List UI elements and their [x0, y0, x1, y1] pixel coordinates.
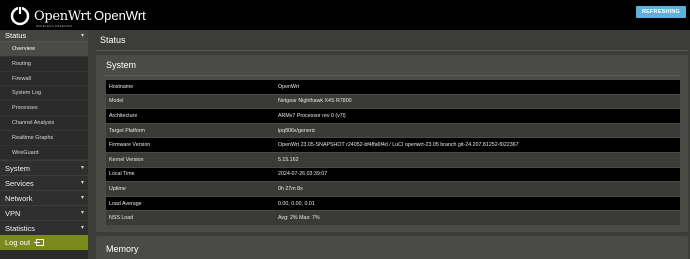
system-panel-title: System	[106, 60, 137, 70]
sidebar-item-routing[interactable]: Routing	[0, 57, 88, 72]
row-value: 0.00, 0.00, 0.01	[278, 200, 315, 207]
table-row: Firmware Version OpenWrt 23.05-SNAPSHOT …	[106, 138, 680, 153]
sidebar: Status ▾ Overview Routing Firewall Syste…	[0, 30, 88, 259]
sidebar-item-processes[interactable]: Processes	[0, 101, 88, 116]
logout-icon	[34, 239, 45, 247]
table-row: Kernel Version 5.15.162	[106, 152, 680, 168]
logo-subtitle: WIRELESS FREEDOM	[36, 24, 73, 28]
sidebar-item-wireguard[interactable]: WireGuard	[0, 146, 88, 161]
chevron-down-icon: ▾	[80, 225, 84, 232]
sidebar-group-label: Services	[5, 179, 34, 189]
sidebar-group-label: Status	[5, 31, 27, 40]
divider	[96, 50, 688, 51]
row-key: Kernel Version	[109, 156, 144, 163]
row-value: OpenWrt	[278, 83, 300, 90]
row-key: Firmware Version	[109, 142, 151, 149]
chevron-down-icon: ▾	[80, 180, 84, 187]
sidebar-group-label: VPN	[5, 209, 21, 219]
system-panel: System Hostname OpenWrt Model Netgear Ni…	[96, 55, 688, 232]
sidebar-group-vpn[interactable]: VPN ▾	[0, 205, 88, 221]
system-info-table: Hostname OpenWrt Model Netgear Nighthawk…	[106, 80, 680, 226]
row-value: 2024-07-26 03:39:07	[278, 171, 328, 178]
sidebar-group-status[interactable]: Status ▾	[0, 30, 88, 42]
sidebar-item-realtime-graphs[interactable]: Realtime Graphs	[0, 131, 88, 146]
top-header: OpenWrt WIRELESS FREEDOM OpenWrt REFRESH…	[0, 0, 690, 30]
row-value: OpenWrt 23.05-SNAPSHOT r24052-bf4ffa6f4d…	[278, 142, 519, 149]
chevron-down-icon: ▾	[80, 210, 84, 217]
sidebar-item-overview[interactable]: Overview	[0, 42, 88, 57]
app-title: OpenWrt	[94, 8, 146, 23]
table-row: Load Average 0.00, 0.00, 0.01	[106, 196, 680, 212]
row-key: Load Average	[109, 200, 142, 207]
row-key: Uptime	[109, 185, 126, 192]
sidebar-group-system[interactable]: System ▾	[0, 160, 88, 176]
row-key: Architecture	[109, 112, 138, 119]
refreshing-indicator[interactable]: REFRESHING	[635, 6, 686, 18]
chevron-down-icon: ▾	[80, 33, 84, 39]
logout-button[interactable]: Log out	[0, 235, 88, 251]
sidebar-group-statistics[interactable]: Statistics ▾	[0, 220, 88, 236]
divider	[104, 75, 680, 76]
row-value: Netgear Nighthawk X4S R7800	[278, 98, 352, 105]
table-row: Uptime 0h 27m 8s	[106, 182, 680, 197]
sidebar-item-channel-analysis[interactable]: Channel Analysis	[0, 116, 88, 131]
sidebar-item-system-log[interactable]: System Log	[0, 86, 88, 102]
row-value: 5.15.162	[278, 156, 299, 163]
chevron-down-icon: ▾	[80, 165, 84, 172]
table-row: Target Platform ipq806x/generic	[106, 123, 680, 139]
sidebar-group-label: Statistics	[5, 224, 36, 234]
memory-panel: Memory	[96, 236, 688, 259]
row-key: NSS Load	[109, 215, 134, 222]
row-key: Target Platform	[109, 127, 145, 134]
page-title: Status	[100, 35, 126, 45]
row-value: 0h 27m 8s	[278, 185, 303, 192]
chevron-down-icon: ▾	[80, 195, 84, 202]
main-content: Status System Hostname OpenWrt Model Net…	[88, 30, 690, 259]
openwrt-logo-icon[interactable]: OpenWrt WIRELESS FREEDOM	[6, 4, 91, 28]
table-row: Local Time 2024-07-26 03:39:07	[106, 167, 680, 183]
row-key: Model	[109, 98, 124, 105]
memory-panel-title: Memory	[106, 244, 139, 254]
row-value: ARMv7 Processor rev 0 (v7l)	[278, 112, 346, 119]
row-value: ipq806x/generic	[278, 127, 316, 134]
logo-text: OpenWrt	[34, 9, 92, 24]
sidebar-group-services[interactable]: Services ▾	[0, 175, 88, 191]
table-row: Hostname OpenWrt	[106, 80, 680, 95]
row-value: Avg: 2% Max: 7%	[278, 215, 320, 222]
table-row: NSS Load Avg: 2% Max: 7%	[106, 211, 680, 226]
sidebar-group-network[interactable]: Network ▾	[0, 190, 88, 206]
row-key: Hostname	[109, 83, 134, 90]
sidebar-group-label: Network	[5, 194, 33, 204]
sidebar-group-label: System	[5, 164, 31, 174]
sidebar-item-firewall[interactable]: Firewall	[0, 72, 88, 87]
table-row: Architecture ARMv7 Processor rev 0 (v7l)	[106, 109, 680, 124]
row-key: Local Time	[109, 171, 135, 178]
table-row: Model Netgear Nighthawk X4S R7800	[106, 94, 680, 110]
logout-label: Log out	[5, 238, 31, 248]
